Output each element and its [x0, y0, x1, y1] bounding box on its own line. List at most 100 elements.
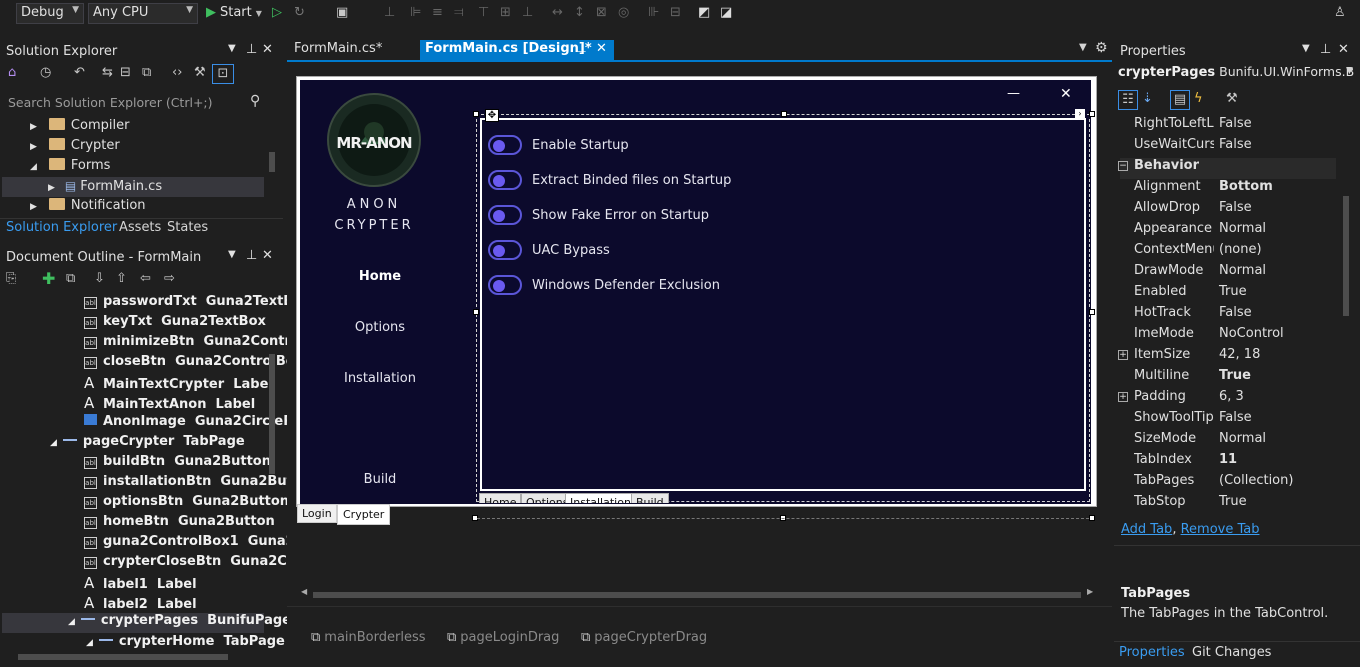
align-center-icon[interactable]: ≡: [432, 4, 443, 22]
outline-item[interactable]: abl optionsBtn Guna2Button: [84, 494, 289, 514]
outline-vscrollbar[interactable]: [267, 294, 277, 634]
object-selector[interactable]: crypterPages Bunifu.UI.WinForms.Bur ▼: [1118, 64, 1354, 86]
home-icon[interactable]: ⌂: [8, 64, 16, 82]
outline-item[interactable]: ◢ pageCrypter TabPage: [50, 434, 245, 454]
expand-icon[interactable]: +: [1118, 392, 1128, 402]
tab-properties[interactable]: Properties: [1119, 645, 1185, 660]
categorized-icon[interactable]: ☷: [1118, 90, 1138, 110]
scroll-right-icon[interactable]: ▶: [1087, 587, 1093, 596]
gear-icon[interactable]: ⚙: [1095, 40, 1108, 56]
outline-item[interactable]: abl installationBtn Guna2Button: [84, 474, 317, 494]
form-main[interactable]: MR-ANON ANON CRYPTER Home Options Instal…: [296, 76, 1097, 525]
option-row[interactable]: Extract Binded files on Startup: [482, 170, 782, 192]
outline-item[interactable]: abl homeBtn Guna2Button: [84, 514, 275, 534]
minimize-button[interactable]: —: [1007, 86, 1020, 101]
align-top-icon[interactable]: ⊤: [478, 4, 489, 22]
copy-icon[interactable]: ⎘: [6, 270, 16, 288]
tab-assets[interactable]: Assets: [119, 220, 161, 235]
layout-icon[interactable]: ▣: [336, 4, 348, 22]
toggle-switch[interactable]: [488, 240, 522, 260]
expand-icon[interactable]: +: [1118, 350, 1128, 360]
remove-tab-link[interactable]: Remove Tab: [1181, 522, 1260, 537]
tray-item[interactable]: ⧉ pageCrypterDrag: [581, 629, 707, 645]
smart-tag-icon[interactable]: ›: [1075, 109, 1085, 120]
hot-reload-icon[interactable]: ↻: [294, 4, 305, 22]
properties-scrollbar[interactable]: [1341, 116, 1351, 514]
history-icon[interactable]: ◷: [40, 64, 51, 82]
option-row[interactable]: UAC Bypass: [482, 240, 782, 262]
vspacing-icon[interactable]: ⊟: [670, 4, 681, 22]
move-right-icon[interactable]: ⇨: [164, 270, 175, 288]
tab-solution-explorer[interactable]: Solution Explorer: [6, 220, 117, 235]
preview-icon[interactable]: ⊡: [212, 64, 234, 84]
resize-handle[interactable]: [1089, 111, 1095, 117]
tree-item-notification[interactable]: ▶ Notification: [30, 198, 146, 218]
scrollbar[interactable]: [267, 116, 277, 208]
property-category-behavior[interactable]: − Behavior: [1118, 158, 1336, 179]
resize-handle[interactable]: [473, 111, 479, 117]
outline-hscrollbar[interactable]: [0, 650, 283, 664]
inner-tab-build[interactable]: Build: [631, 493, 669, 503]
property-row[interactable]: Enabled True: [1120, 284, 1336, 305]
add-tab-link[interactable]: Add Tab: [1121, 522, 1172, 537]
outline-item[interactable]: A MainTextAnon Label: [84, 394, 255, 414]
dropdown-icon[interactable]: ▼: [228, 249, 236, 260]
build-button[interactable]: Build: [330, 472, 430, 487]
refresh-icon[interactable]: ⇆: [102, 64, 113, 82]
hspacing-icon[interactable]: ⊪: [648, 4, 659, 22]
send-back-icon[interactable]: ◪: [720, 4, 732, 22]
tree-item-crypter[interactable]: ▶ Crypter: [30, 138, 120, 158]
toggle-switch[interactable]: [488, 170, 522, 190]
resize-handle[interactable]: [1089, 515, 1095, 521]
outline-item[interactable]: A MainTextCrypter Label: [84, 374, 273, 394]
property-row[interactable]: HotTrack False: [1120, 305, 1336, 326]
tab-login[interactable]: Login: [297, 504, 337, 523]
same-height-icon[interactable]: ↕: [574, 4, 585, 22]
option-row[interactable]: Show Fake Error on Startup: [482, 205, 782, 227]
tree-item-forms[interactable]: ◢ Forms: [30, 158, 110, 178]
scroll-left-icon[interactable]: ◀: [301, 587, 307, 596]
align-right-icon[interactable]: ⫤: [454, 4, 464, 22]
pin-icon[interactable]: ⊥: [577, 42, 587, 55]
outline-item[interactable]: Alabel1 Label: [84, 574, 197, 594]
properties-icon[interactable]: ▤: [1170, 90, 1190, 110]
tab-git-changes[interactable]: Git Changes: [1192, 645, 1271, 660]
property-row[interactable]: + Padding 6, 3: [1118, 389, 1336, 410]
designer-hscrollbar[interactable]: ◀ ▶: [301, 587, 1097, 600]
property-row[interactable]: SizeMode Normal: [1120, 431, 1336, 452]
installation-button[interactable]: Installation: [330, 371, 430, 386]
align-middle-icon[interactable]: ⊞: [500, 4, 511, 22]
move-left-icon[interactable]: ⇦: [140, 270, 151, 288]
pin-icon[interactable]: ⊥: [246, 248, 257, 263]
inner-tab-home[interactable]: Home: [479, 493, 522, 503]
outline-item[interactable]: abl keyTxt Guna2TextBox: [84, 314, 266, 334]
toggle-switch[interactable]: [488, 135, 522, 155]
property-row[interactable]: Appearance Normal: [1120, 221, 1336, 242]
property-row[interactable]: + ItemSize 42, 18: [1118, 347, 1336, 368]
dropdown-icon[interactable]: ▼: [1302, 43, 1310, 54]
collapse-icon[interactable]: ⊟: [120, 64, 131, 82]
close-icon[interactable]: ✕: [262, 248, 273, 263]
show-all-icon[interactable]: ⧉: [142, 64, 151, 82]
pin-icon[interactable]: ⊥: [246, 42, 257, 57]
property-row[interactable]: AllowDrop False: [1120, 200, 1336, 221]
outline-item-selected[interactable]: ◢ crypterPages BunifuPages: [2, 613, 299, 633]
property-row[interactable]: TabIndex 11: [1120, 452, 1336, 473]
home-button[interactable]: Home: [330, 269, 430, 284]
sync-icon[interactable]: ↶: [74, 64, 85, 82]
property-row[interactable]: ContextMenuS (none): [1120, 242, 1336, 263]
start-without-debug-icon[interactable]: ▷: [272, 4, 282, 22]
toggle-switch[interactable]: [488, 205, 522, 225]
crypter-pages[interactable]: Enable Startup Extract Binded files on S…: [473, 109, 1095, 503]
pin-icon[interactable]: ⊥: [1320, 42, 1331, 57]
option-row[interactable]: Windows Defender Exclusion: [482, 275, 782, 297]
duplicate-icon[interactable]: ⧉: [66, 270, 75, 288]
tab-states[interactable]: States: [167, 220, 208, 235]
tab-crypter[interactable]: Crypter: [337, 504, 391, 525]
toggle-switch[interactable]: [488, 275, 522, 295]
property-row[interactable]: DrawMode Normal: [1120, 263, 1336, 284]
resize-handle[interactable]: [1089, 309, 1095, 315]
align-left-icon[interactable]: ⊫: [410, 4, 421, 22]
move-down-icon[interactable]: ⇩: [94, 270, 105, 288]
tab-formmain-design[interactable]: FormMain.cs [Design]* ⊥ ✕: [420, 40, 614, 61]
